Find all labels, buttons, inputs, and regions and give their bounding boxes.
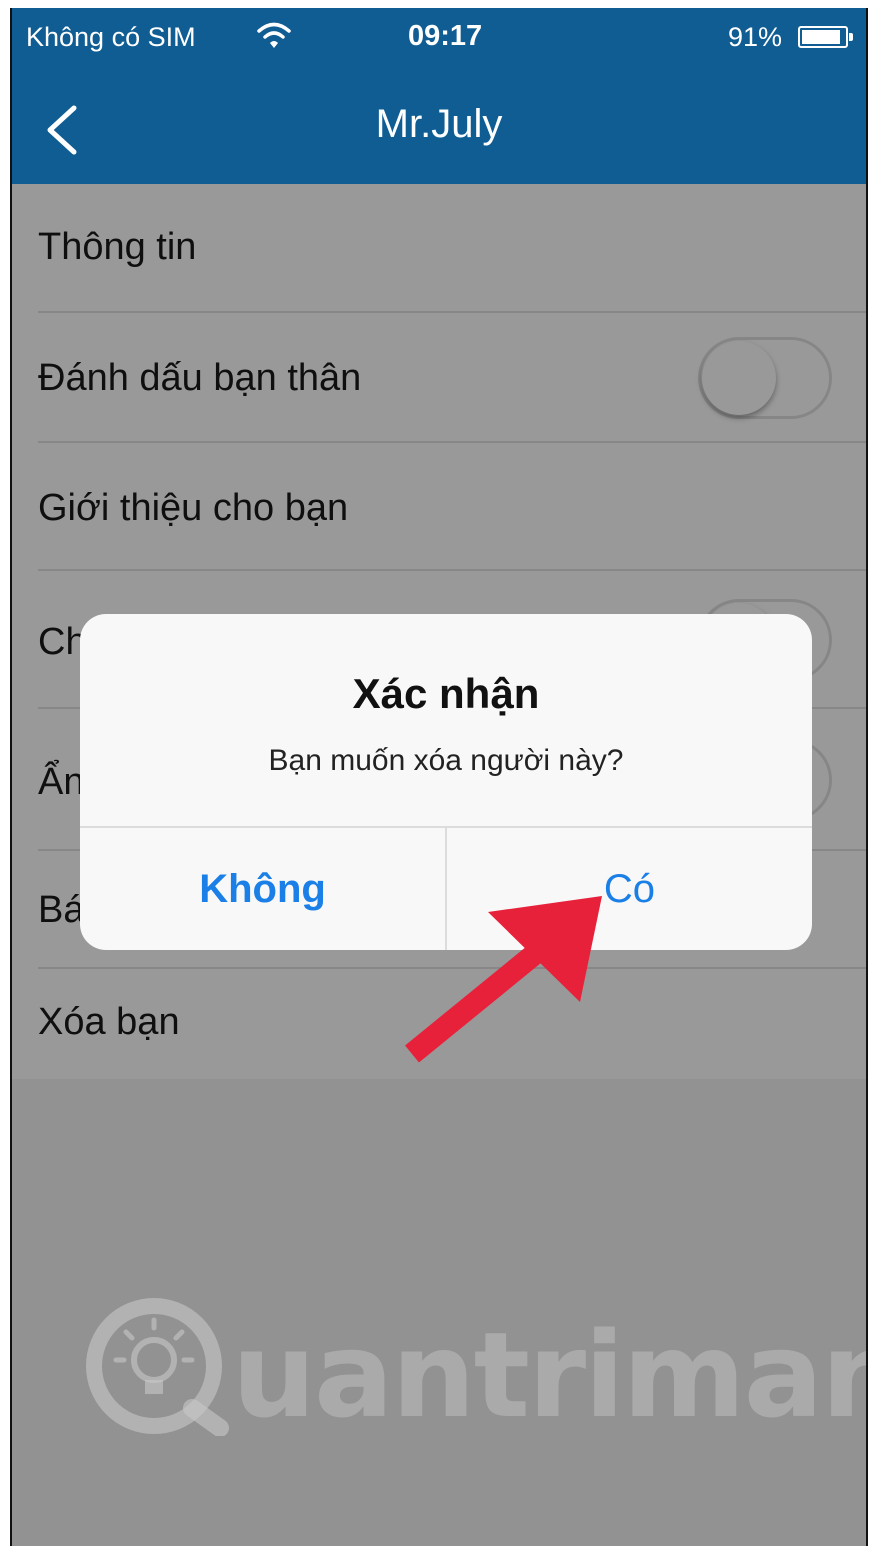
lightbulb-logo-icon (86, 1298, 229, 1436)
watermark-text: uantrimang (232, 1306, 866, 1444)
status-bar: Không có SIM 09:17 91% (12, 8, 866, 68)
app-header: Không có SIM 09:17 91% Mr.July (12, 8, 866, 184)
red-arrow-icon (405, 896, 602, 1063)
dialog-message: Bạn muốn xóa người này? (268, 744, 624, 777)
cancel-button[interactable]: Không (80, 828, 445, 950)
wifi-icon (256, 20, 292, 55)
page-title: Mr.July (375, 102, 503, 146)
dialog-title: Xác nhận (352, 670, 540, 717)
battery-percent: 91% (728, 22, 783, 52)
watermark: uantrimang (82, 1296, 866, 1444)
phone-screen: Không có SIM 09:17 91% Mr.July Thông tin… (10, 8, 868, 1546)
carrier-label: Không có SIM (26, 22, 196, 52)
clock-time: 09:17 (408, 20, 483, 52)
battery-icon (798, 26, 853, 48)
